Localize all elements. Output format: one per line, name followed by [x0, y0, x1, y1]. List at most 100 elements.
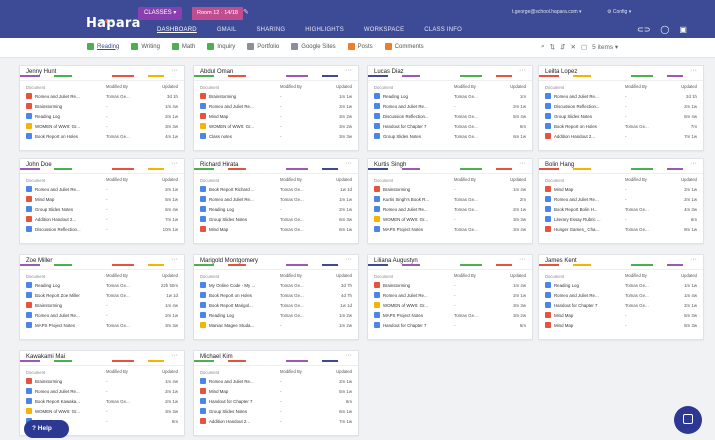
document-row[interactable]: My Online Code - My ... Tomas Ge... 3d 7h — [194, 280, 358, 290]
document-title[interactable]: Book Report Marigol... — [209, 303, 253, 308]
document-title[interactable]: Handout for Chapter 7 — [383, 124, 426, 129]
document-row[interactable]: Reading Log Tomas Ge... 1m — [368, 91, 532, 101]
document-title[interactable]: MAPS Project Notes — [383, 227, 423, 232]
clipboard-icon[interactable]: ▣ — [679, 25, 687, 34]
document-row[interactable]: Hunger Games_ Cha... Tomas Ge... 9m 1w — [539, 224, 703, 234]
room-selector[interactable]: Room 12 · 14/18 — [192, 7, 243, 20]
document-row[interactable]: WOMEN of WWII: Gr... - 3m 3w — [368, 214, 532, 224]
document-title[interactable]: Brainstorming — [383, 283, 410, 288]
classes-dropdown[interactable]: CLASSES ▾ — [138, 7, 183, 20]
document-row[interactable]: Group Slides Notes - 6m 1w — [194, 406, 358, 416]
document-row[interactable]: MAPS Project Notes Tomas Ge... 3m 4w — [368, 224, 532, 234]
link-icon[interactable]: ⊂⊃ — [637, 25, 650, 34]
document-row[interactable]: Reading Log Tomas Ge... 1m 2w — [194, 310, 358, 320]
student-card[interactable]: Bolin Hang ··· Document Modified By Updated M… — [538, 158, 704, 244]
document-title[interactable]: Romeo and Juliet Re... — [383, 207, 428, 212]
filter-comments[interactable]: Comments — [384, 43, 424, 50]
document-title[interactable]: Handout for Chapter 7 — [383, 323, 426, 328]
document-title[interactable]: Romeo and Juliet Re... — [554, 94, 599, 99]
more-options-icon[interactable]: ··· — [345, 256, 352, 263]
document-title[interactable]: Group Slides Notes — [383, 134, 421, 139]
document-row[interactable]: Literary Essay Rubric ... - 6m — [539, 214, 703, 224]
document-row[interactable]: Handout for Chapter 7 - 6m — [368, 320, 532, 330]
filter-google-sites[interactable]: Google Sites — [291, 43, 336, 50]
document-row[interactable]: Reading Log Tomas Ge... 22h 50m — [20, 280, 184, 290]
document-row[interactable]: Book Report Kawaka... Tomas Ge... 2m 1w — [20, 396, 184, 406]
document-row[interactable]: Romeo and Juliet Re... Tomas Ge... 3d 1h — [20, 91, 184, 101]
document-title[interactable]: Book Report on Holes — [209, 293, 252, 298]
document-row[interactable]: Brainstorming - 1m 4w — [20, 300, 184, 310]
document-title[interactable]: WOMEN of WWII: Gr... — [383, 217, 428, 222]
more-options-icon[interactable]: ··· — [171, 160, 178, 167]
collapse-icon[interactable]: ✕ — [571, 43, 576, 51]
document-title[interactable]: Literary Essay Rubric ... — [554, 217, 601, 222]
document-title[interactable]: Brainstorming — [35, 104, 62, 109]
user-account-menu[interactable]: t.george@school.hapara.com ▾ — [512, 9, 582, 15]
chat-bubble-icon[interactable]: ◯ — [660, 25, 669, 34]
document-row[interactable]: Discussion Reflection... Tomas Ge... 5m 4w — [368, 111, 532, 121]
document-title[interactable]: Group Slides Notes — [554, 114, 592, 119]
document-row[interactable]: WOMEN of WWII: Gr... - 3m 3w — [368, 300, 532, 310]
nav-dashboard[interactable]: DASHBOARD — [157, 27, 197, 33]
document-row[interactable]: Discussion Reflection... - 10m 1w — [20, 224, 184, 234]
student-card[interactable]: Marigold Montgomery ··· Document Modified B… — [193, 254, 359, 340]
document-row[interactable]: Class notes - 3m 3w — [194, 131, 358, 141]
config-menu[interactable]: ⚙ Config ▾ — [607, 9, 631, 15]
document-title[interactable]: Addition Handout 2... — [35, 217, 76, 222]
document-row[interactable]: Brainstorming - 1m 4w — [368, 184, 532, 194]
document-title[interactable]: Group Slides Notes — [35, 207, 73, 212]
document-title[interactable]: Book Report Richard ... — [209, 187, 255, 192]
select-icon[interactable]: ▢ — [581, 43, 587, 51]
document-row[interactable]: Romeo and Juliet Re... - 2m 1w — [20, 386, 184, 396]
more-options-icon[interactable]: ··· — [519, 67, 526, 74]
document-title[interactable]: Discussion Reflection... — [554, 104, 600, 109]
document-title[interactable]: Book Report on Holes — [554, 124, 597, 129]
more-options-icon[interactable]: ··· — [171, 352, 178, 359]
document-title[interactable]: Romeo and Juliet Re... — [554, 197, 599, 202]
document-row[interactable]: Book Report on Holes Tomas Ge... 7m — [539, 121, 703, 131]
chat-button[interactable] — [674, 406, 702, 434]
document-row[interactable]: Brainstorming - 1m 1w — [194, 91, 358, 101]
more-options-icon[interactable]: ··· — [345, 160, 352, 167]
document-row[interactable]: Kurtis Singh's Book R... Tomas Ge... 2m — [368, 194, 532, 204]
document-title[interactable]: Romeo and Juliet Re... — [554, 293, 599, 298]
nav-class-info[interactable]: CLASS INFO — [424, 27, 462, 33]
document-row[interactable]: Book Report Richard ... Tomas Ge... 1w 1d — [194, 184, 358, 194]
student-card[interactable]: Liliana Augustyn ··· Document Modified By Up… — [367, 254, 533, 340]
document-row[interactable]: Romeo and Juliet Re... - 2m 1w — [194, 376, 358, 386]
document-row[interactable]: Brainstorming - 1m 4w — [20, 376, 184, 386]
document-row[interactable]: Handout for Chapter 7 Tomas Ge... 2m 1w — [539, 300, 703, 310]
document-title[interactable]: Handout for Chapter 7 — [554, 303, 597, 308]
document-row[interactable]: Handout for Chapter 7 - 6m — [194, 396, 358, 406]
document-row[interactable]: Book Report Zoe Miller Tomas Ge... 1w 1d — [20, 290, 184, 300]
more-options-icon[interactable]: ··· — [345, 67, 352, 74]
filter-posts[interactable]: Posts — [347, 43, 373, 50]
document-row[interactable]: Book Report Bolin H... Tomas Ge... 4m 3w — [539, 204, 703, 214]
document-row[interactable]: Romeo and Juliet Re... - 2m 1w — [539, 194, 703, 204]
document-title[interactable]: Romeo and Juliet Re... — [383, 293, 428, 298]
document-title[interactable]: Brainstorming — [35, 303, 62, 308]
document-title[interactable]: WOMEN of WWII: Gr... — [35, 124, 80, 129]
filter-portfolio[interactable]: Portfolio — [247, 43, 279, 50]
document-row[interactable]: Book Report on Holes Tomas Ge... 4d 7h — [194, 290, 358, 300]
document-title[interactable]: Reading Log — [209, 313, 234, 318]
student-card[interactable]: Leilta Lopez ··· Document Modified By Update… — [538, 65, 704, 151]
more-options-icon[interactable]: ··· — [690, 67, 697, 74]
document-title[interactable]: Group Slides Notes — [209, 217, 247, 222]
student-card[interactable]: James Kent ··· Document Modified By Updated R… — [538, 254, 704, 340]
document-row[interactable]: Romeo and Juliet Re... - 2d 1h — [539, 91, 703, 101]
document-title[interactable]: Discussion Reflection... — [35, 227, 81, 232]
document-title[interactable]: Romeo and Juliet Re... — [209, 379, 254, 384]
filter-reading[interactable]: Reading — [87, 43, 119, 50]
document-title[interactable]: Book Report Bolin H... — [554, 207, 597, 212]
document-title[interactable]: Brainstorming — [383, 187, 410, 192]
document-title[interactable]: Romeo and Juliet Re... — [35, 187, 80, 192]
document-title[interactable]: Romeo and Juliet Re... — [35, 94, 80, 99]
document-row[interactable]: Group Slides Notes - 6m 4w — [539, 111, 703, 121]
document-title[interactable]: Romeo and Juliet Re... — [383, 104, 428, 109]
document-row[interactable]: Brainstorming - 1m 4w — [368, 280, 532, 290]
help-button[interactable]: ? Help — [24, 420, 69, 438]
document-title[interactable]: Romeo and Juliet Re... — [35, 313, 80, 318]
document-title[interactable]: Romeo and Juliet Re... — [35, 389, 80, 394]
more-options-icon[interactable]: ··· — [690, 160, 697, 167]
